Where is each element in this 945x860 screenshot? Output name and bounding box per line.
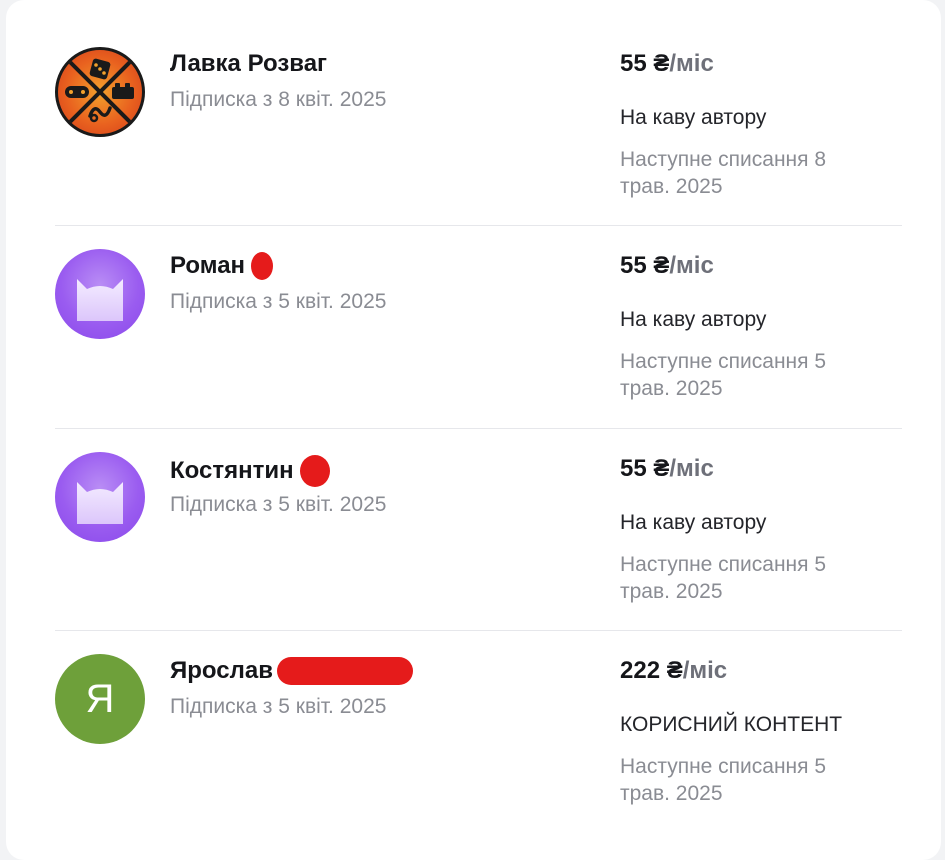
subscriber-name[interactable]: Ярослав xyxy=(170,657,413,685)
subscriber-row[interactable]: Костянтин Підписка з 5 квіт. 2025 55 ₴/м… xyxy=(55,405,902,607)
subscription-tier: На каву автору xyxy=(620,308,767,331)
subscriber-name[interactable]: Роман xyxy=(170,252,274,280)
subscription-tier: КОРИСНИЙ КОНТЕНТ xyxy=(620,713,843,736)
logo-icon xyxy=(65,58,134,124)
next-charge: Наступне списання 5 трав. 2025 xyxy=(620,553,827,603)
avatar xyxy=(55,452,145,542)
subscription-date: Підписка з 5 квіт. 2025 xyxy=(170,290,387,313)
subscribers-card: Лавка Розваг Підписка з 8 квіт. 2025 55 … xyxy=(6,0,941,860)
redaction-mark xyxy=(276,657,413,685)
cat-icon xyxy=(77,482,123,524)
cat-icon xyxy=(77,279,123,321)
subscription-price: 55 ₴/міс xyxy=(620,252,714,279)
subscription-tier: На каву автору xyxy=(620,106,767,129)
avatar xyxy=(55,249,145,339)
redaction-mark xyxy=(299,455,330,487)
subscription-price: 222 ₴/міс xyxy=(620,657,728,684)
subscription-price: 55 ₴/міс xyxy=(620,455,714,482)
subscriber-name[interactable]: Лавка Розваг xyxy=(170,50,327,78)
next-charge: Наступне списання 5 трав. 2025 xyxy=(620,350,827,400)
avatar xyxy=(55,47,145,137)
next-charge: Наступне списання 8 трав. 2025 xyxy=(620,148,827,198)
avatar: Я xyxy=(55,654,145,744)
subscriber-name[interactable]: Костянтин xyxy=(170,455,330,487)
subscription-date: Підписка з 5 квіт. 2025 xyxy=(170,493,387,516)
next-charge: Наступне списання 5 трав. 2025 xyxy=(620,755,827,805)
subscriber-row[interactable]: Я Ярослав Підписка з 5 квіт. 2025 222 ₴/… xyxy=(55,607,902,809)
subscription-price: 55 ₴/міс xyxy=(620,50,714,77)
subscriber-row[interactable]: Лавка Розваг Підписка з 8 квіт. 2025 55 … xyxy=(55,0,902,202)
subscriber-row[interactable]: Роман Підписка з 5 квіт. 2025 55 ₴/міс Н… xyxy=(55,202,902,404)
subscription-date: Підписка з 8 квіт. 2025 xyxy=(170,88,387,111)
redaction-mark xyxy=(251,252,274,280)
avatar-letter: Я xyxy=(85,676,115,721)
subscription-date: Підписка з 5 квіт. 2025 xyxy=(170,695,387,718)
subscription-tier: На каву автору xyxy=(620,511,767,534)
